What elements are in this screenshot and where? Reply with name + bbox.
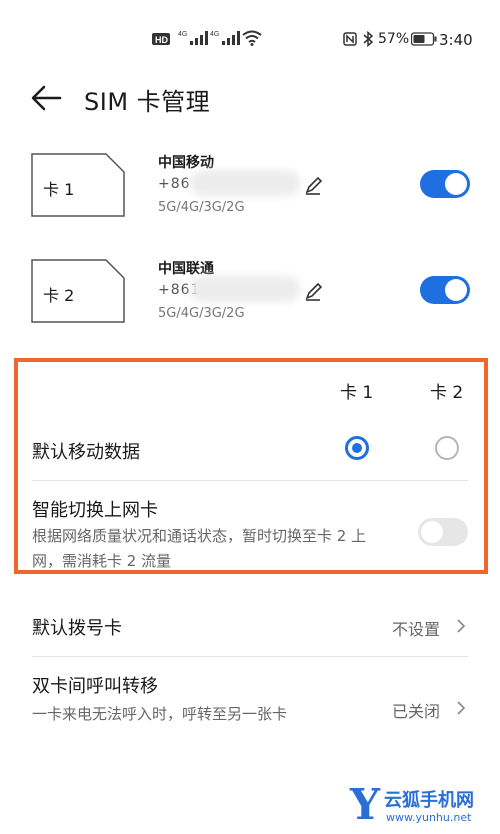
carrier-name: 中国移动 [158, 155, 214, 171]
sim-card-label: 卡 2 [43, 286, 75, 305]
divider [32, 656, 468, 657]
sim-row-1: 卡 1 中国移动 +86 5G/4G/3G/2G [0, 152, 500, 232]
wifi-icon [242, 30, 262, 46]
svg-text:4G: 4G [210, 31, 219, 38]
page-title: SIM 卡管理 [84, 88, 211, 116]
toggle-knob [445, 279, 467, 301]
network-types: 5G/4G/3G/2G [158, 306, 245, 321]
default-dial-value[interactable]: 不设置 [392, 616, 440, 640]
toggle-knob [445, 173, 467, 195]
call-forward-description: 一卡来电无法呼入时，呼转至另一张卡 [32, 705, 288, 723]
nfc-icon [343, 32, 357, 46]
edit-icon[interactable] [303, 280, 325, 302]
sim-row-2: 卡 2 中国联通 +861 5G/4G/3G/2G [0, 258, 500, 338]
signal-4g-icon: 4G [210, 31, 240, 45]
smart-switch-label: 智能切换上网卡 [32, 500, 158, 521]
number-redaction [190, 276, 300, 302]
clock: 3:40 [439, 31, 473, 49]
smart-switch-toggle[interactable] [418, 518, 468, 546]
chevron-right-icon[interactable] [456, 618, 466, 634]
watermark-url: www.yunhu.net [386, 811, 472, 824]
sim2-enable-toggle[interactable] [420, 276, 470, 304]
sim-card-label: 卡 1 [43, 180, 75, 199]
column-header-card1: 卡 1 [340, 383, 374, 403]
sim1-enable-toggle[interactable] [420, 170, 470, 198]
back-arrow-icon[interactable] [26, 80, 66, 116]
default-data-radio-card1[interactable] [345, 436, 369, 460]
header: SIM 卡管理 [0, 68, 500, 128]
watermark-logo: Y 云狐手机网 www.yunhu.net [350, 780, 500, 834]
divider [32, 480, 468, 481]
default-data-radio-card2[interactable] [435, 436, 459, 460]
network-types: 5G/4G/3G/2G [158, 200, 245, 215]
svg-text:HD: HD [155, 35, 168, 45]
phone-number: +86 [158, 176, 191, 192]
svg-text:4G: 4G [178, 31, 187, 38]
signal-4g-icon: 4G [178, 31, 208, 45]
default-dial-label[interactable]: 默认拨号卡 [32, 614, 122, 640]
battery-percentage: 57% [378, 31, 410, 47]
smart-switch-description: 根据网络质量状况和通话状态，暂时切换至卡 2 上网，需消耗卡 2 流量 [32, 527, 367, 570]
edit-icon[interactable] [303, 174, 325, 196]
status-bar: HD 4G 4G 57% 3:40 [0, 0, 500, 49]
carrier-name: 中国联通 [158, 261, 214, 277]
hd-icon: HD [152, 33, 170, 45]
column-header-card2: 卡 2 [430, 383, 464, 403]
call-forward-label[interactable]: 双卡间呼叫转移 [32, 672, 158, 698]
number-redaction [190, 170, 300, 196]
watermark-brand: 云狐手机网 [384, 790, 474, 811]
bluetooth-icon [363, 31, 374, 47]
call-forward-value[interactable]: 已关闭 [392, 698, 440, 722]
toggle-knob [421, 521, 443, 543]
default-data-label: 默认移动数据 [32, 442, 140, 463]
chevron-right-icon[interactable] [456, 700, 466, 716]
battery-icon [411, 32, 437, 46]
watermark-letter: Y [350, 780, 380, 829]
